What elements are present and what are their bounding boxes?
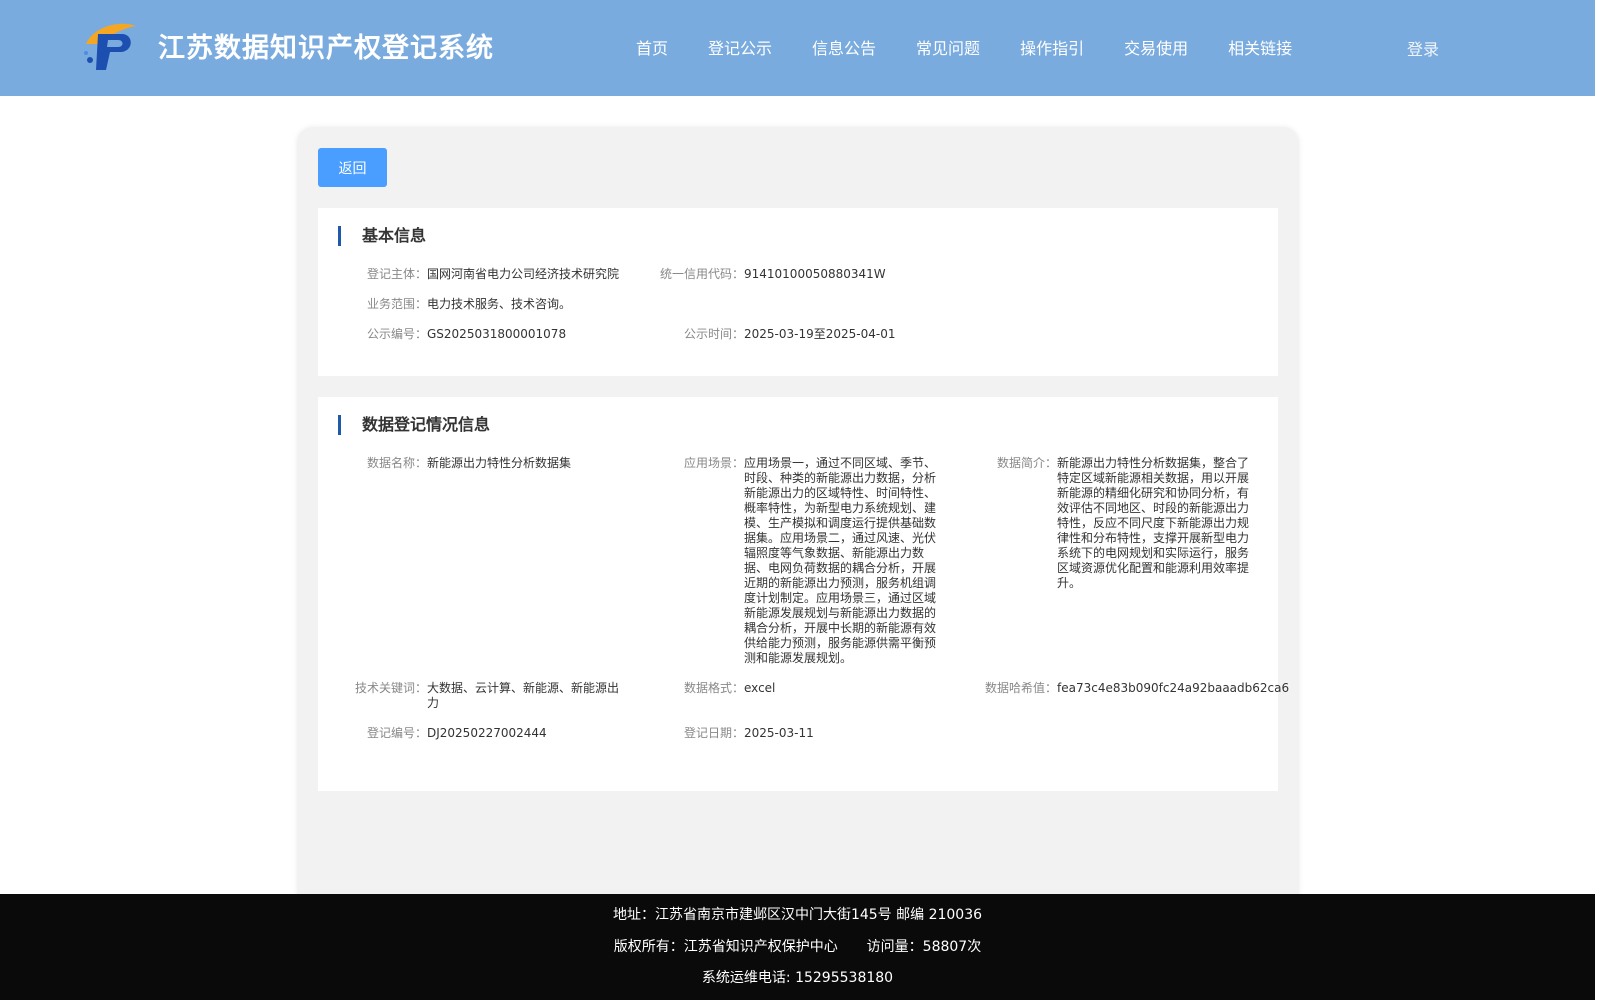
footer-visit-count: 访问量：58807次 — [866, 939, 982, 955]
nav-faq[interactable]: 常见问题 — [916, 35, 980, 59]
field-value: DJ20250227002444 — [427, 726, 547, 740]
field-label: 登记日期： — [683, 726, 744, 740]
footer-address: 地址：江苏省南京市建邺区汉中门大街145号 邮编 210036 — [612, 907, 983, 923]
section-title-basic: 基本信息 — [338, 226, 426, 246]
site-logo[interactable] — [80, 20, 140, 72]
field-label: 公示时间： — [683, 327, 744, 341]
field-value: excel — [744, 681, 776, 695]
field-value: 应用场景一，通过不同区域、季节、时段、种类的新能源出力数据，分析新能源出力的区域… — [744, 456, 937, 665]
field-value: 2025-03-19至2025-04-01 — [744, 327, 896, 341]
field-label: 数据格式： — [683, 681, 744, 695]
field-label: 登记编号： — [366, 726, 427, 740]
detail-panel: 返回 基本信息 登记主体： 国网河南省电力公司经济技术研究院 统一信用代码： 9… — [297, 127, 1299, 907]
field-label: 业务范围： — [366, 297, 427, 311]
nav-registration-public[interactable]: 登记公示 — [708, 35, 772, 59]
nav-transaction[interactable]: 交易使用 — [1124, 35, 1188, 59]
login-link[interactable]: 登录 — [1407, 36, 1439, 60]
field-value: 91410100050880341W — [744, 267, 886, 281]
field-value: fea73c4e83b090fc24a92baaadb62ca6 — [1057, 681, 1290, 695]
footer-copyright: 版权所有：江苏省知识产权保护中心 — [613, 939, 838, 955]
main-nav: 首页 登记公示 信息公告 常见问题 操作指引 交易使用 相关链接 — [636, 35, 1332, 59]
back-button[interactable]: 返回 — [318, 148, 387, 187]
field-value: 国网河南省电力公司经济技术研究院 — [427, 267, 620, 281]
page-scrollbar[interactable] — [1595, 0, 1600, 1000]
nav-announcements[interactable]: 信息公告 — [812, 35, 876, 59]
nav-links[interactable]: 相关链接 — [1228, 35, 1292, 59]
field-label: 技术关键词： — [354, 681, 427, 695]
registration-info-card: 数据登记情况信息 数据名称： 新能源出力特性分析数据集 应用场景： 应用场景一，… — [318, 397, 1289, 791]
field-value: 新能源出力特性分析数据集，整合了特定区域新能源相关数据，用以开展新能源的精细化研… — [1057, 456, 1250, 590]
field-label: 数据哈希值： — [984, 681, 1057, 695]
field-value: 大数据、云计算、新能源、新能源出力 — [427, 681, 620, 710]
top-header: 江苏数据知识产权登记系统 首页 登记公示 信息公告 常见问题 操作指引 交易使用… — [0, 0, 1595, 96]
field-label: 登记主体： — [366, 267, 427, 281]
field-label: 数据名称： — [366, 456, 427, 470]
footer-copyright-line: 版权所有：江苏省知识产权保护中心 访问量：58807次 — [0, 936, 1595, 956]
field-label: 统一信用代码： — [659, 267, 744, 281]
field-label: 数据简介： — [996, 456, 1057, 470]
field-value: 电力技术服务、技术咨询。 — [427, 297, 572, 311]
field-label: 公示编号： — [366, 327, 427, 341]
nav-home[interactable]: 首页 — [636, 35, 668, 59]
field-label: 应用场景： — [683, 456, 744, 470]
site-title: 江苏数据知识产权登记系统 — [158, 33, 494, 64]
footer-phone: 系统运维电话: 15295538180 — [701, 970, 894, 986]
field-value: 新能源出力特性分析数据集 — [427, 456, 572, 470]
section-title-registration: 数据登记情况信息 — [338, 415, 490, 435]
nav-guide[interactable]: 操作指引 — [1020, 35, 1084, 59]
field-value: 2025-03-11 — [744, 726, 814, 740]
page-footer: 地址：江苏省南京市建邺区汉中门大街145号 邮编 210036 版权所有：江苏省… — [0, 894, 1595, 1000]
basic-info-card: 基本信息 登记主体： 国网河南省电力公司经济技术研究院 统一信用代码： 9141… — [318, 208, 1278, 376]
field-value: GS2025031800001078 — [427, 327, 567, 341]
